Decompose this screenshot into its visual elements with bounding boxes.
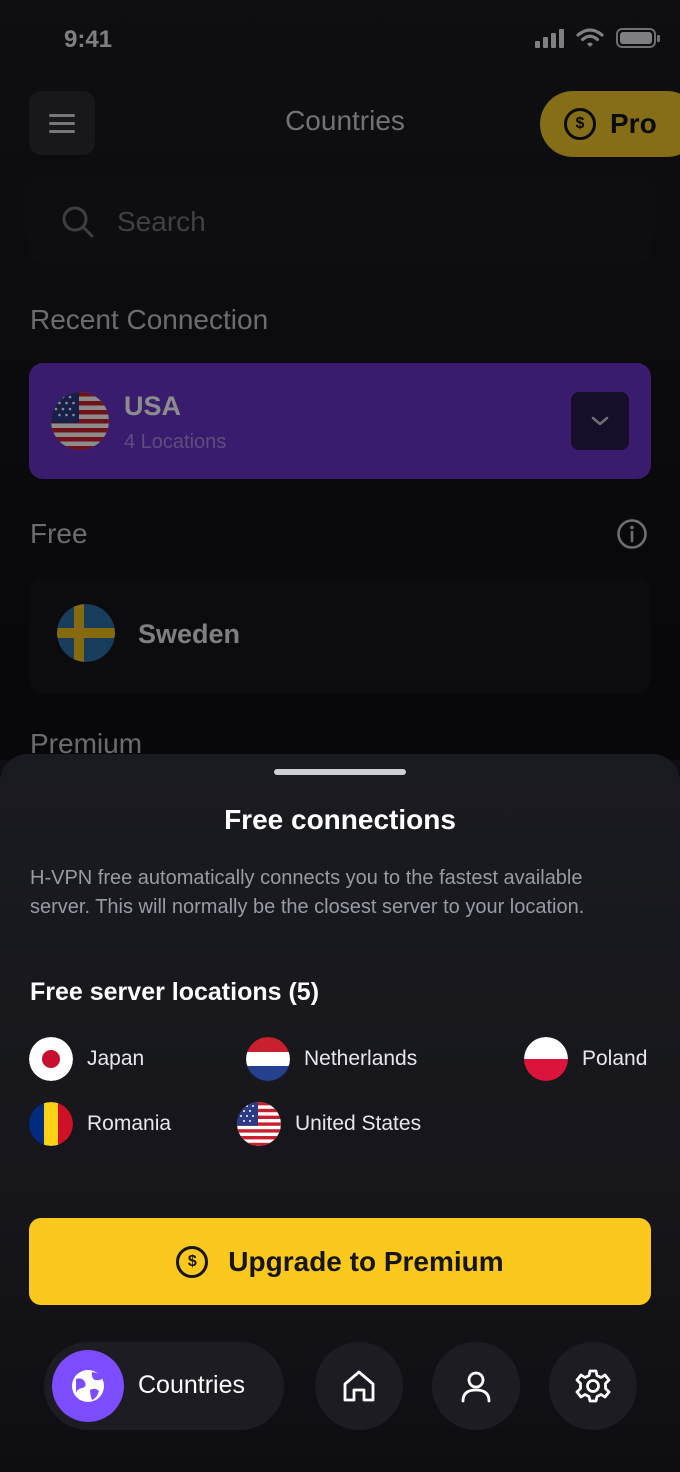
nav-countries-tab[interactable]: Countries bbox=[44, 1342, 284, 1430]
japan-flag-icon bbox=[29, 1037, 73, 1081]
chevron-down-icon bbox=[591, 416, 609, 426]
sheet-description: H-VPN free automatically connects you to… bbox=[30, 867, 585, 918]
location-name: Japan bbox=[87, 1047, 145, 1070]
netherlands-flag-icon bbox=[246, 1037, 290, 1081]
nav-countries-label: Countries bbox=[138, 1371, 245, 1399]
recent-locations-count: 4 Locations bbox=[124, 431, 227, 453]
status-icons bbox=[535, 28, 660, 48]
coin-icon: $ bbox=[176, 1245, 209, 1278]
signal-icon bbox=[535, 28, 564, 48]
coin-icon: $ bbox=[564, 108, 596, 140]
recent-country-name: USA bbox=[124, 391, 182, 421]
location-name: Netherlands bbox=[304, 1047, 418, 1070]
free-connections-sheet: Free connections H-VPN free automaticall… bbox=[0, 754, 680, 1472]
free-section-label: Free bbox=[30, 518, 88, 549]
search-input[interactable] bbox=[117, 206, 517, 238]
info-icon[interactable] bbox=[616, 518, 648, 550]
poland-flag-icon bbox=[524, 1037, 568, 1081]
countries-screen: 9:41 Countries $ Pro Recent Connection bbox=[0, 0, 680, 1472]
recent-connection-card[interactable]: USA 4 Locations bbox=[29, 363, 651, 479]
nav-home-tab[interactable] bbox=[315, 1342, 403, 1430]
expand-locations-button[interactable] bbox=[571, 392, 629, 450]
upgrade-label: Upgrade to Premium bbox=[228, 1245, 504, 1277]
home-icon bbox=[343, 1370, 375, 1402]
search-bar[interactable] bbox=[29, 180, 651, 264]
location-name: United States bbox=[295, 1112, 422, 1135]
pro-label: Pro bbox=[610, 108, 657, 139]
location-name: Romania bbox=[87, 1112, 172, 1135]
free-locations-title: Free server locations (5) bbox=[30, 978, 320, 1006]
wifi-icon bbox=[576, 28, 604, 47]
usa-flag-icon bbox=[51, 392, 109, 450]
location-item: Poland bbox=[524, 1037, 647, 1081]
sheet-title: Free connections bbox=[224, 804, 456, 835]
romania-flag-icon bbox=[29, 1102, 73, 1146]
user-icon bbox=[461, 1371, 491, 1403]
globe-icon bbox=[52, 1350, 124, 1422]
pro-button[interactable]: $ Pro bbox=[540, 91, 680, 157]
location-item: United States bbox=[237, 1102, 421, 1146]
free-country-name: Sweden bbox=[138, 619, 241, 649]
free-country-card[interactable]: Sweden bbox=[29, 577, 651, 693]
sheet-drag-handle[interactable] bbox=[274, 769, 406, 775]
status-bar: 9:41 bbox=[0, 0, 680, 84]
location-item: Japan bbox=[29, 1037, 144, 1081]
battery-icon bbox=[616, 28, 660, 48]
location-name: Poland bbox=[582, 1047, 648, 1070]
location-item: Romania bbox=[29, 1102, 171, 1146]
gear-icon bbox=[575, 1369, 611, 1403]
upgrade-premium-button[interactable]: $ Upgrade to Premium bbox=[29, 1218, 651, 1305]
sweden-flag-icon bbox=[57, 604, 115, 662]
search-icon bbox=[62, 206, 94, 238]
status-time: 9:41 bbox=[64, 26, 113, 53]
location-item: Netherlands bbox=[246, 1037, 417, 1081]
usa-flag-icon bbox=[237, 1102, 281, 1146]
nav-profile-tab[interactable] bbox=[432, 1342, 520, 1430]
recent-connection-label: Recent Connection bbox=[30, 304, 269, 335]
nav-settings-tab[interactable] bbox=[549, 1342, 637, 1430]
